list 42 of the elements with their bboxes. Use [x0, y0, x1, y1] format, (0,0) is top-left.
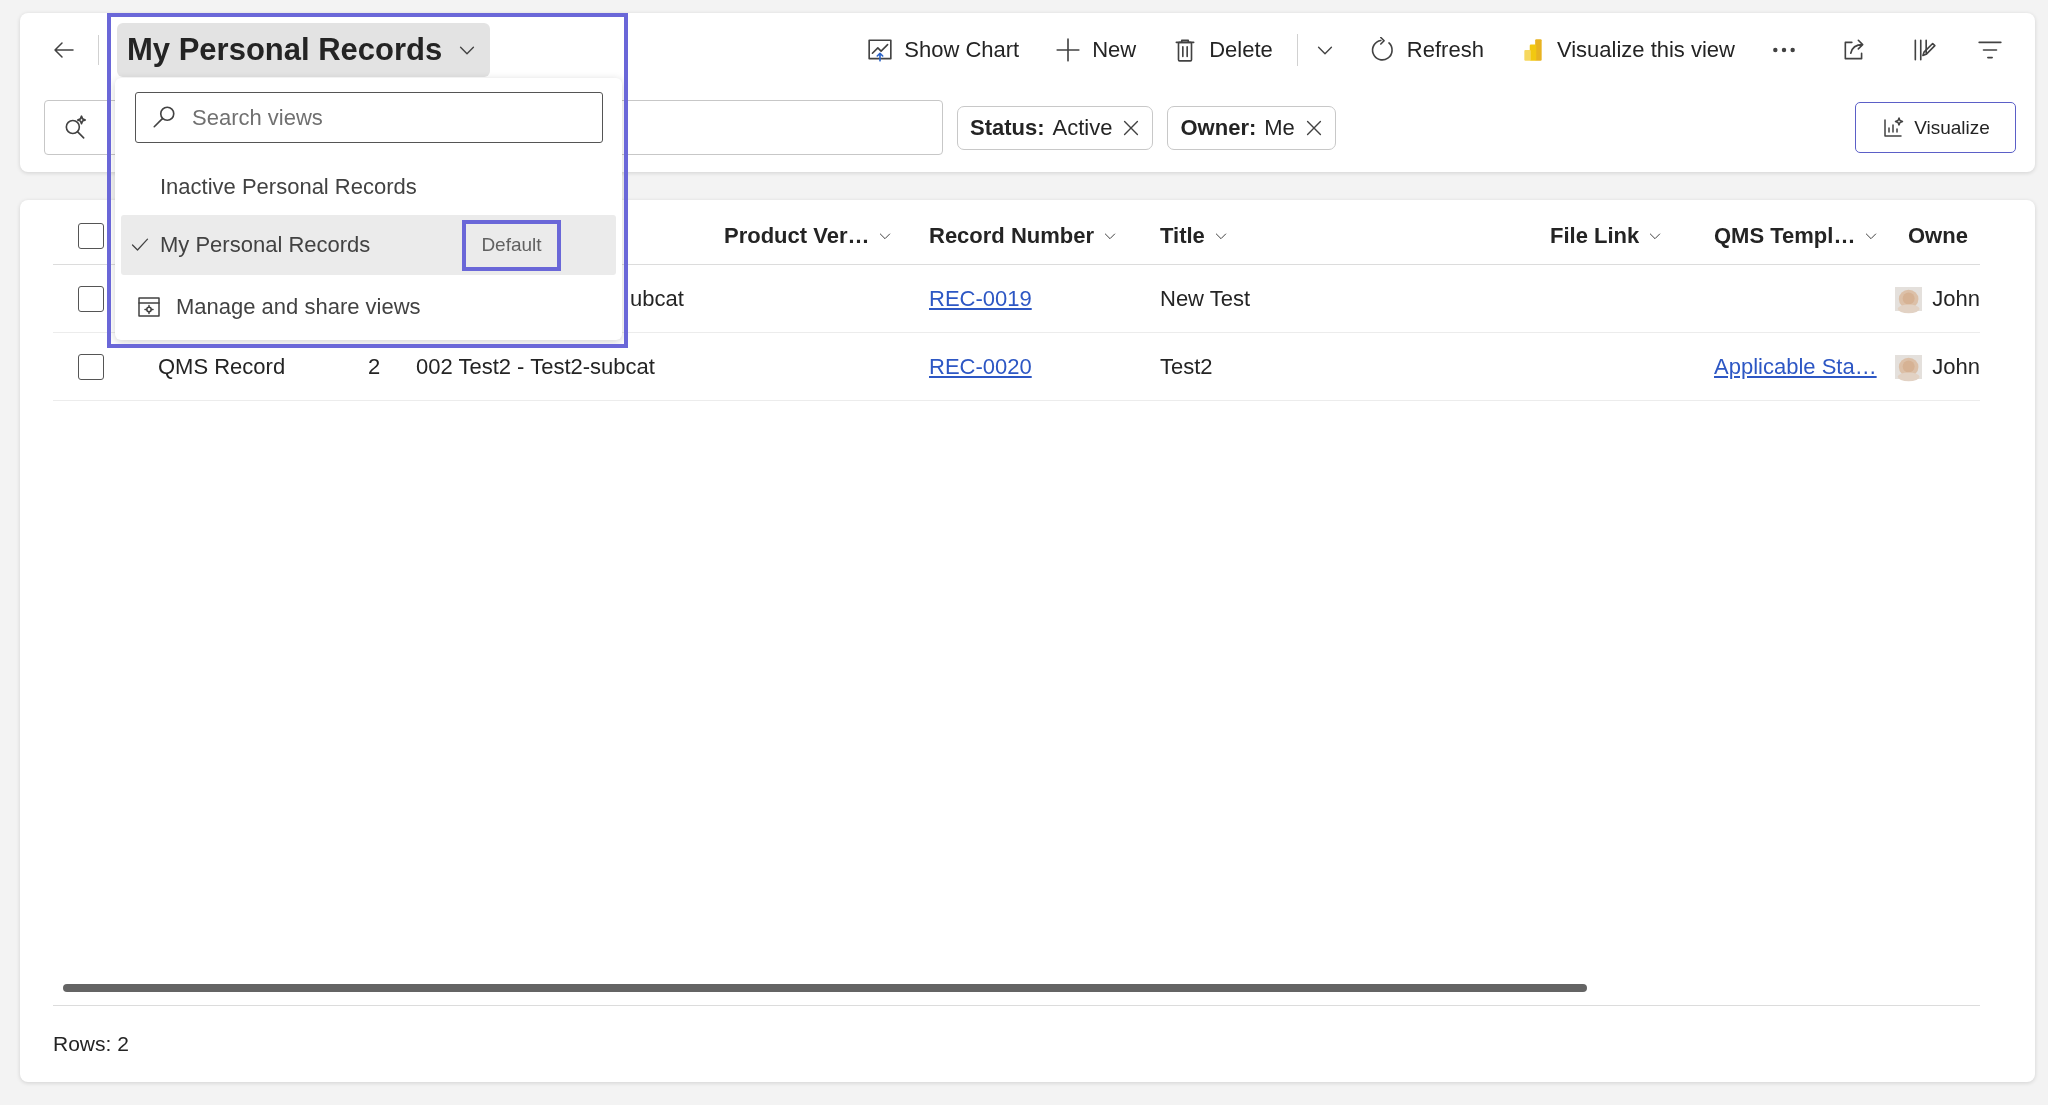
toolbar-button[interactable]: Visualize this view — [1513, 28, 1741, 72]
filter-chip[interactable]: Status: Active — [957, 105, 1154, 150]
manage-views-item[interactable]: Manage and share views — [121, 279, 616, 335]
plus-icon — [1055, 37, 1082, 63]
table-cell: 002 Test2 - Test2-subcat — [416, 353, 655, 380]
refresh-icon — [1369, 37, 1396, 63]
view-selector[interactable]: My Personal Records — [117, 23, 491, 77]
chart-icon — [867, 37, 894, 63]
column-header[interactable]: Product Ver… — [724, 223, 870, 249]
chart-sparkle-icon — [1881, 115, 1906, 140]
checkbox[interactable] — [78, 353, 104, 380]
search-icon — [151, 104, 177, 130]
column-header[interactable]: Title — [1160, 223, 1205, 249]
column-header[interactable]: Owne — [1908, 223, 1968, 249]
table-cell: QMS Record — [158, 353, 286, 380]
record-link[interactable]: Applicable Sta… — [1714, 353, 1877, 380]
toolbar-button[interactable]: New — [1049, 28, 1143, 72]
table-cell: New Test — [1160, 285, 1251, 312]
column-header[interactable]: Record Number — [929, 223, 1095, 249]
view-item[interactable]: Inactive Personal Records — [121, 159, 616, 215]
column-header[interactable]: File Link — [1550, 223, 1640, 249]
scrollbar[interactable] — [63, 984, 1587, 992]
search-field[interactable]: Search views — [135, 92, 603, 143]
toolbar-button[interactable]: Delete — [1166, 28, 1279, 72]
table-cell: 2 — [368, 353, 381, 380]
view-item[interactable]: My Personal Records Default — [121, 215, 616, 275]
table-cell: ubcat — [630, 285, 684, 312]
table-cell: Test2 — [1160, 353, 1213, 380]
window-gear-icon — [137, 295, 161, 319]
checkbox[interactable] — [78, 285, 104, 312]
owner-name: John — [1932, 353, 1980, 380]
column-header[interactable]: QMS Templ… — [1714, 223, 1856, 249]
default-badge: Default — [462, 219, 561, 271]
toolbar-button[interactable]: Show Chart — [861, 28, 1026, 72]
row-count: Rows: 2 — [53, 1032, 129, 1056]
record-link[interactable]: REC-0020 — [929, 353, 1032, 380]
owner-name: John — [1932, 285, 1980, 312]
filter-chip[interactable]: Owner: Me — [1167, 105, 1336, 150]
toolbar-button[interactable]: Refresh — [1363, 28, 1490, 72]
record-link[interactable]: REC-0019 — [929, 285, 1032, 312]
visualize-button[interactable]: Visualize — [1855, 102, 2016, 153]
checkbox[interactable] — [78, 223, 104, 249]
